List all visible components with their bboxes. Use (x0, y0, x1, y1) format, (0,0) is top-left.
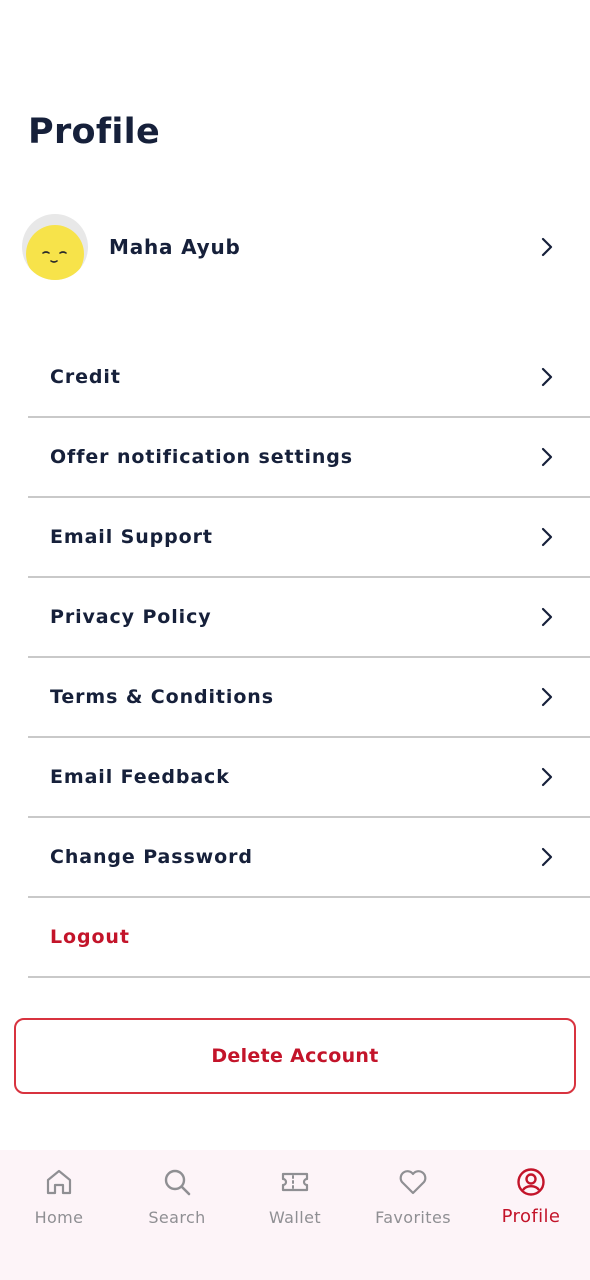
heart-icon (399, 1170, 427, 1195)
tab-label: Profile (501, 1206, 561, 1227)
sleepy-face-icon (26, 225, 84, 280)
search-icon (164, 1169, 191, 1196)
tab-home[interactable]: Home (0, 1150, 118, 1280)
profile-name: Maha Ayub (109, 235, 241, 259)
tab-label: Search (148, 1208, 206, 1227)
menu-item-label: Offer notification settings (50, 446, 353, 468)
menu-item-email-feedback[interactable]: Email Feedback (28, 738, 590, 818)
menu-item-label: Credit (50, 366, 121, 388)
tab-favorites[interactable]: Favorites (354, 1150, 472, 1280)
menu-item-offer-notification-settings[interactable]: Offer notification settings (28, 418, 590, 498)
menu-item-label: Privacy Policy (50, 606, 212, 628)
tab-label: Home (34, 1208, 84, 1227)
delete-account-label: Delete Account (211, 1045, 379, 1067)
menu-item-change-password[interactable]: Change Password (28, 818, 590, 898)
ticket-icon (281, 1172, 309, 1192)
chevron-right-icon (541, 237, 553, 257)
menu-item-label: Email Support (50, 526, 213, 548)
tab-label: Favorites (375, 1208, 451, 1227)
tab-profile[interactable]: Profile (472, 1150, 590, 1280)
profile-screen: Profile Maha Ayub Credit Offer notificat… (0, 0, 590, 1280)
bottom-tab-bar: Home Search Wallet Favorites Profile (0, 1150, 590, 1280)
menu-item-email-support[interactable]: Email Support (28, 498, 590, 578)
menu-item-terms-conditions[interactable]: Terms & Conditions (28, 658, 590, 738)
tab-label: Wallet (268, 1208, 321, 1227)
page-title: Profile (28, 112, 161, 152)
menu-item-label: Email Feedback (50, 766, 230, 788)
menu-item-credit[interactable]: Credit (28, 338, 590, 418)
menu-item-privacy-policy[interactable]: Privacy Policy (28, 578, 590, 658)
settings-menu: Credit Offer notification settings Email… (28, 338, 590, 978)
avatar (22, 214, 88, 280)
menu-item-label: Terms & Conditions (50, 686, 274, 708)
user-circle-icon (517, 1168, 545, 1196)
chevron-right-icon (541, 687, 553, 707)
chevron-right-icon (541, 607, 553, 627)
tab-wallet[interactable]: Wallet (236, 1150, 354, 1280)
delete-account-button[interactable]: Delete Account (14, 1018, 576, 1094)
logout-button[interactable]: Logout (28, 898, 590, 978)
tab-search[interactable]: Search (118, 1150, 236, 1280)
chevron-right-icon (541, 847, 553, 867)
chevron-right-icon (541, 447, 553, 467)
chevron-right-icon (541, 367, 553, 387)
home-icon (46, 1169, 72, 1195)
menu-item-label: Change Password (50, 846, 253, 868)
logout-label: Logout (50, 926, 130, 948)
chevron-right-icon (541, 767, 553, 787)
chevron-right-icon (541, 527, 553, 547)
profile-header-row[interactable]: Maha Ayub (22, 214, 590, 280)
